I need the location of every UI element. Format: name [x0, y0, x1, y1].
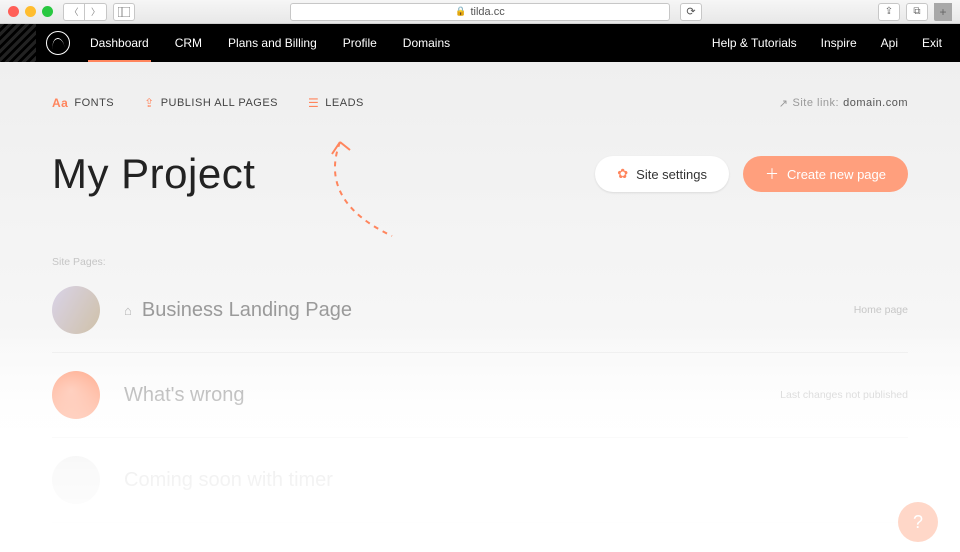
nav-label: Domains	[403, 36, 450, 50]
reload-button[interactable]: ⟳	[680, 3, 702, 21]
nav-api[interactable]: Api	[879, 36, 900, 50]
address-bar[interactable]: 🔒 tilda.cc	[290, 3, 670, 21]
nav-label: Exit	[922, 36, 942, 50]
leads-tool[interactable]: ☰ LEADS	[308, 96, 364, 110]
leads-label: LEADS	[325, 97, 364, 109]
content-area: Aa FONTS ⇪ PUBLISH ALL PAGES ☰ LEADS ↗ S…	[0, 62, 960, 552]
page-title: What's wrong	[124, 384, 245, 407]
project-toolbar: Aa FONTS ⇪ PUBLISH ALL PAGES ☰ LEADS ↗ S…	[52, 62, 908, 110]
help-bubble-button[interactable]: ?	[898, 502, 938, 542]
nav-inspire[interactable]: Inspire	[819, 36, 859, 50]
page-title-text: Business Landing Page	[142, 299, 352, 322]
settings-label: Site settings	[636, 167, 707, 182]
help-icon: ?	[913, 512, 923, 533]
create-page-button[interactable]: ＋ Create new page	[743, 156, 908, 192]
back-button[interactable]: 〈	[63, 3, 85, 21]
project-title: My Project	[52, 150, 255, 198]
share-button[interactable]: ⇪	[878, 3, 900, 21]
forward-button[interactable]: 〉	[85, 3, 107, 21]
site-link-prefix: Site link:	[793, 97, 840, 109]
nav-back-forward: 〈 〉	[63, 3, 107, 21]
gear-icon: ✿	[617, 166, 628, 182]
nav-plans[interactable]: Plans and Billing	[226, 24, 319, 62]
upload-icon: ⇪	[144, 96, 155, 110]
site-link-domain: domain.com	[843, 97, 908, 109]
publish-tool[interactable]: ⇪ PUBLISH ALL PAGES	[144, 96, 278, 110]
nav-profile[interactable]: Profile	[341, 24, 379, 62]
fonts-label: FONTS	[74, 97, 114, 109]
page-meta: Home page	[854, 304, 908, 316]
nav-domains[interactable]: Domains	[401, 24, 452, 62]
nav-label: CRM	[175, 36, 202, 50]
page-thumbnail	[52, 371, 100, 419]
project-header: My Project ✿ Site settings ＋ Create new …	[52, 150, 908, 198]
nav-exit[interactable]: Exit	[920, 36, 944, 50]
fonts-tool[interactable]: Aa FONTS	[52, 96, 114, 110]
nav-label: Inspire	[821, 36, 857, 50]
pages-section-label: Site Pages:	[52, 256, 908, 268]
url-text: tilda.cc	[470, 6, 504, 18]
fonts-icon: Aa	[52, 96, 68, 110]
publish-label: PUBLISH ALL PAGES	[161, 97, 278, 109]
nav-label: Api	[881, 36, 898, 50]
window-controls	[8, 6, 53, 17]
nav-right: Help & Tutorials Inspire Api Exit	[710, 36, 944, 50]
nav-label: Help & Tutorials	[712, 36, 797, 50]
brand-pattern	[0, 24, 36, 62]
page-title-text: What's wrong	[124, 384, 245, 407]
lock-icon: 🔒	[455, 6, 466, 17]
page-title: Coming soon with timer	[124, 469, 333, 492]
tabs-button[interactable]: ⧉	[906, 3, 928, 21]
sidebar-icon	[118, 7, 130, 17]
external-icon: ↗	[779, 97, 789, 110]
page-title: ⌂ Business Landing Page	[124, 299, 352, 322]
site-link[interactable]: ↗ Site link: domain.com	[779, 97, 908, 110]
nav-crm[interactable]: CRM	[173, 24, 204, 62]
page-meta: Last changes not published	[780, 389, 908, 401]
page-thumbnail	[52, 456, 100, 504]
new-tab-button[interactable]: +	[934, 3, 952, 21]
page-thumbnail	[52, 286, 100, 334]
browser-chrome: 〈 〉 🔒 tilda.cc ⟳ ⇪ ⧉ +	[0, 0, 960, 24]
maximize-window-icon[interactable]	[42, 6, 53, 17]
nav-dashboard[interactable]: Dashboard	[88, 24, 151, 62]
home-icon: ⌂	[124, 303, 132, 318]
plus-icon: ＋	[765, 164, 779, 184]
nav-label: Profile	[343, 36, 377, 50]
close-window-icon[interactable]	[8, 6, 19, 17]
sidebar-toggle-button[interactable]	[113, 3, 135, 21]
page-row[interactable]: What's wrong Last changes not published	[52, 353, 908, 438]
app-topnav: Dashboard CRM Plans and Billing Profile …	[0, 24, 960, 62]
nav-help[interactable]: Help & Tutorials	[710, 36, 799, 50]
create-label: Create new page	[787, 167, 886, 182]
page-row[interactable]: Coming soon with timer	[52, 438, 908, 523]
nav-label: Plans and Billing	[228, 36, 317, 50]
leads-icon: ☰	[308, 96, 319, 110]
page-row[interactable]: ⌂ Business Landing Page Home page	[52, 268, 908, 353]
site-settings-button[interactable]: ✿ Site settings	[595, 156, 729, 192]
nav-items: Dashboard CRM Plans and Billing Profile …	[88, 24, 452, 62]
page-title-text: Coming soon with timer	[124, 469, 333, 492]
tilda-logo-icon[interactable]	[46, 31, 70, 55]
minimize-window-icon[interactable]	[25, 6, 36, 17]
nav-label: Dashboard	[90, 36, 149, 50]
